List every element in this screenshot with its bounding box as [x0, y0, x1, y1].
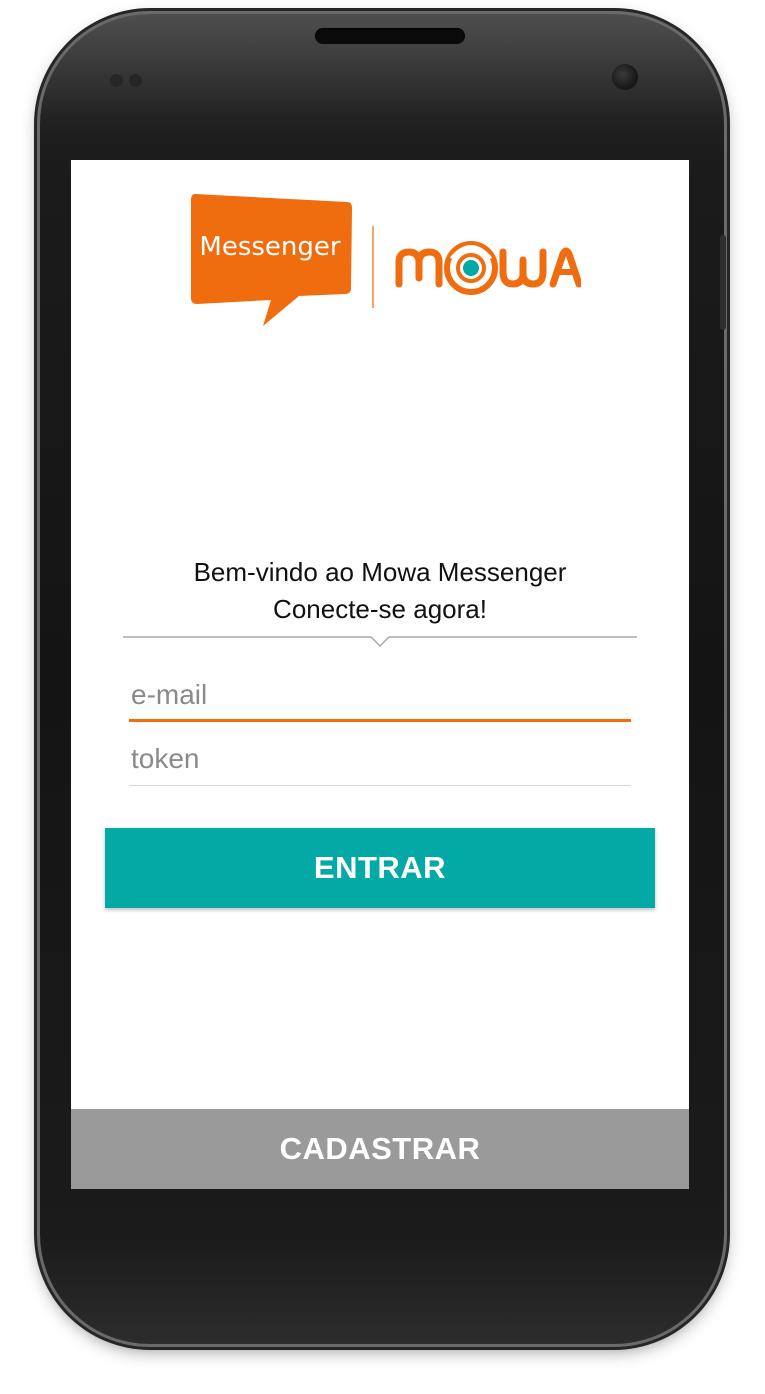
email-input[interactable] — [129, 672, 631, 718]
power-button — [720, 235, 726, 330]
mowa-wordmark-icon — [395, 241, 583, 295]
token-field-container — [129, 736, 631, 786]
proximity-sensor — [110, 74, 150, 88]
register-button[interactable]: CADASTRAR — [71, 1109, 689, 1189]
logo-header: Messenger — [189, 192, 583, 332]
messenger-logo: Messenger — [189, 192, 355, 328]
welcome-title: Bem-vindo ao Mowa Messenger — [193, 557, 567, 587]
mowa-logo — [395, 232, 583, 302]
token-input[interactable] — [129, 736, 631, 782]
messenger-logo-text: Messenger — [199, 232, 341, 262]
enter-button[interactable]: ENTRAR — [105, 828, 655, 908]
welcome-message: Bem-vindo ao Mowa Messenger Conecte-se a… — [71, 554, 689, 628]
token-underline — [129, 785, 631, 786]
email-underline — [129, 719, 631, 722]
app-screen: Messenger Bem-vindo ao Mowa Messenger Co… — [71, 160, 689, 1189]
logo-divider — [372, 226, 374, 308]
earpiece-speaker — [315, 28, 465, 44]
front-camera — [612, 64, 638, 90]
section-divider — [123, 636, 637, 648]
email-field-container — [129, 672, 631, 722]
welcome-subtitle: Conecte-se agora! — [273, 594, 487, 624]
